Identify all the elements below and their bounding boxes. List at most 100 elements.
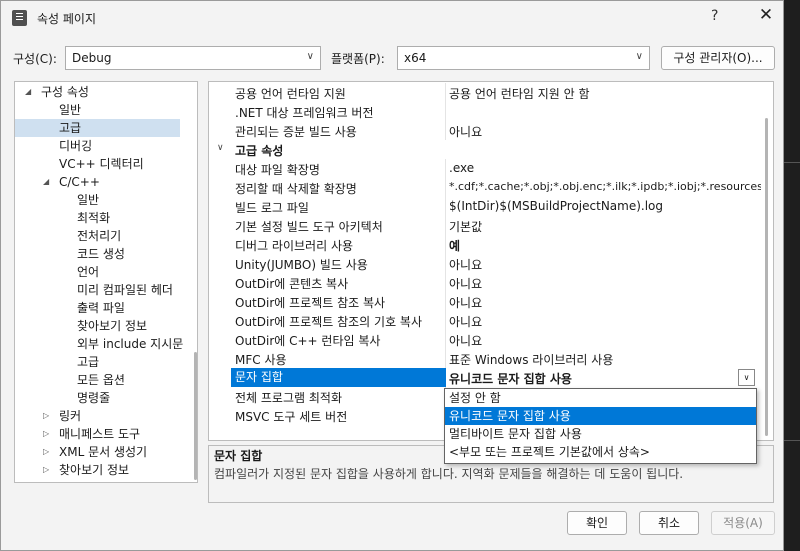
- tree-item-label: XML 문서 생성기: [59, 445, 148, 459]
- property-value: 예: [449, 239, 461, 253]
- column-divider: [445, 254, 446, 273]
- expand-icon[interactable]: ▷: [43, 425, 49, 443]
- property-value: 아니요: [449, 277, 483, 291]
- property-row[interactable]: 디버그 라이브러리 사용 예: [209, 235, 765, 254]
- tree-item-preprocessor[interactable]: 전처리기: [15, 227, 192, 245]
- property-row[interactable]: 빌드 로그 파일 $(IntDir)$(MSBuildProjectName).…: [209, 197, 765, 216]
- tree-scrollbar[interactable]: [192, 82, 197, 482]
- property-row[interactable]: .NET 대상 프레임워크 버전: [209, 102, 765, 121]
- tree-item-configuration-properties[interactable]: ◢ 구성 속성: [15, 83, 192, 101]
- tree-item-optimization[interactable]: 최적화: [15, 209, 192, 227]
- tree-item-label: 찾아보기 정보: [77, 319, 148, 333]
- chevron-down-icon[interactable]: ∨: [217, 143, 224, 153]
- divider: [784, 440, 800, 441]
- tree-item-label: 일반: [77, 193, 100, 207]
- property-row-character-set[interactable]: 문자 집합 유니코드 문자 집합 사용 ∨: [209, 368, 765, 387]
- tree-item-browse-information[interactable]: 찾아보기 정보: [15, 317, 192, 335]
- platform-value: x64: [404, 51, 427, 65]
- property-name: 기본 설정 빌드 도구 아키텍처: [235, 220, 383, 234]
- property-row[interactable]: OutDir에 C++ 런타임 복사 아니요: [209, 330, 765, 349]
- section-header-advanced-properties[interactable]: ∨ 고급 속성: [209, 140, 765, 159]
- property-name: 공용 언어 런타임 지원: [235, 87, 346, 101]
- tree-item-linker[interactable]: ▷ 링커: [15, 407, 192, 425]
- tree-item-label: 고급: [77, 355, 100, 369]
- divider: [784, 162, 800, 163]
- tree-item-cpp[interactable]: ◢ C/C++: [15, 173, 192, 191]
- tree-item-all-options[interactable]: 모든 옵션: [15, 371, 192, 389]
- property-name: 디버그 라이브러리 사용: [235, 239, 354, 253]
- dropdown-option[interactable]: 멀티바이트 문자 집합 사용: [445, 425, 756, 443]
- dropdown-option[interactable]: <부모 또는 프로젝트 기본값에서 상속>: [445, 443, 756, 461]
- tree-item-label: 외부 include 지시문: [77, 337, 184, 351]
- tree-item-general[interactable]: 일반: [15, 101, 192, 119]
- close-icon[interactable]: ✕: [756, 5, 776, 29]
- property-row[interactable]: OutDir에 프로젝트 참조 복사 아니요: [209, 292, 765, 311]
- configuration-manager-button[interactable]: 구성 관리자(O)...: [661, 46, 775, 70]
- tree-item-cpp-general[interactable]: 일반: [15, 191, 192, 209]
- platform-select[interactable]: x64 ∨: [397, 46, 650, 70]
- cancel-button[interactable]: 취소: [639, 511, 699, 535]
- property-name: OutDir에 프로젝트 참조의 기호 복사: [235, 315, 423, 329]
- property-name: 전체 프로그램 최적화: [235, 391, 342, 405]
- tree-item-manifest-tool[interactable]: ▷ 매니페스트 도구: [15, 425, 192, 443]
- tree-item-label: 미리 컴파일된 헤더: [77, 283, 173, 297]
- tree-item-label: 디버깅: [59, 139, 93, 153]
- property-row[interactable]: 정리할 때 삭제할 확장명 *.cdf;*.cache;*.obj;*.obj.…: [209, 178, 765, 197]
- property-row[interactable]: 대상 파일 확장명 .exe: [209, 159, 765, 178]
- tree-item-external-includes[interactable]: 외부 include 지시문: [15, 335, 192, 353]
- expand-icon[interactable]: ▷: [43, 407, 49, 425]
- tree-item-label: 링커: [59, 409, 82, 423]
- column-divider: [445, 292, 446, 311]
- grid-scrollbar-thumb[interactable]: [765, 118, 768, 436]
- tree-item-precompiled-headers[interactable]: 미리 컴파일된 헤더: [15, 281, 192, 299]
- property-value: 아니요: [449, 334, 483, 348]
- property-name: 대상 파일 확장명: [235, 163, 320, 177]
- expand-icon[interactable]: ▷: [43, 461, 49, 479]
- dropdown-option[interactable]: 설정 안 함: [445, 389, 756, 407]
- property-row[interactable]: 공용 언어 런타임 지원 공용 언어 런타임 지원 안 함: [209, 83, 765, 102]
- help-button[interactable]: ?: [711, 8, 718, 24]
- expand-icon[interactable]: ◢: [43, 173, 49, 191]
- property-value: 아니요: [449, 315, 483, 329]
- property-row[interactable]: OutDir에 프로젝트 참조의 기호 복사 아니요: [209, 311, 765, 330]
- expand-icon[interactable]: ◢: [25, 83, 31, 101]
- property-row[interactable]: MFC 사용 표준 Windows 라이브러리 사용: [209, 349, 765, 368]
- chevron-down-icon[interactable]: ∨: [738, 369, 755, 386]
- ok-button[interactable]: 확인: [567, 511, 627, 535]
- tree-item-vc-directories[interactable]: VC++ 디렉터리: [15, 155, 192, 173]
- configuration-label: 구성(C):: [13, 52, 57, 66]
- property-name: MSVC 도구 세트 버전: [235, 410, 348, 424]
- tree-item-command-line[interactable]: 명령줄: [15, 389, 192, 407]
- tree-item-debugging[interactable]: 디버깅: [15, 137, 192, 155]
- property-value: 표준 Windows 라이브러리 사용: [449, 353, 614, 367]
- apply-button[interactable]: 적용(A): [711, 511, 775, 535]
- grid-scrollbar[interactable]: [762, 82, 772, 440]
- property-name: 관리되는 증분 빌드 사용: [235, 125, 357, 139]
- description-text: 컴파일러가 지정된 문자 집합을 사용하게 합니다. 지역화 문제들을 해결하는…: [214, 467, 684, 481]
- tree-scrollbar-thumb[interactable]: [194, 352, 197, 480]
- tree-item-output-files[interactable]: 출력 파일: [15, 299, 192, 317]
- tree-item-label: 언어: [77, 265, 100, 279]
- tree-item-cpp-advanced[interactable]: 고급: [15, 353, 192, 371]
- tree-item-label: 전처리기: [77, 229, 122, 243]
- tree-item-language[interactable]: 언어: [15, 263, 192, 281]
- property-row[interactable]: 관리되는 증분 빌드 사용 아니요: [209, 121, 765, 140]
- tree-item-browse-information-tool[interactable]: ▷ 찾아보기 정보: [15, 461, 192, 479]
- property-row[interactable]: Unity(JUMBO) 빌드 사용 아니요: [209, 254, 765, 273]
- configuration-select[interactable]: Debug ∨: [65, 46, 321, 70]
- property-row[interactable]: 기본 설정 빌드 도구 아키텍처 기본값: [209, 216, 765, 235]
- dropdown-option-selected[interactable]: 유니코드 문자 집합 사용: [445, 407, 756, 425]
- tree-item-code-generation[interactable]: 코드 생성: [15, 245, 192, 263]
- property-name: Unity(JUMBO) 빌드 사용: [235, 258, 368, 272]
- property-name: 빌드 로그 파일: [235, 201, 309, 215]
- property-row[interactable]: OutDir에 콘텐츠 복사 아니요: [209, 273, 765, 292]
- column-divider: [445, 159, 446, 178]
- tree-item-xml-document-generator[interactable]: ▷ XML 문서 생성기: [15, 443, 192, 461]
- tree-item-advanced[interactable]: 고급: [15, 119, 180, 137]
- column-divider: [445, 83, 446, 102]
- property-value: 기본값: [449, 220, 483, 234]
- expand-icon[interactable]: ▷: [43, 443, 49, 461]
- chevron-down-icon: ∨: [635, 51, 643, 62]
- property-pages-dialog: 속성 페이지 ? ✕ 구성(C): Debug ∨ 플랫폼(P): x64 ∨ …: [0, 0, 784, 551]
- window-title: 속성 페이지: [37, 12, 97, 26]
